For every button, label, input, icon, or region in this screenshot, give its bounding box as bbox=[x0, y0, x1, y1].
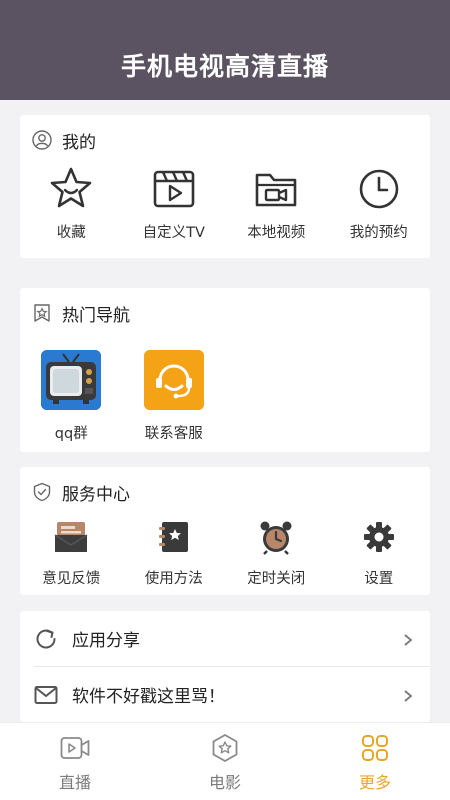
bookmark-star-icon bbox=[32, 303, 52, 323]
headset-icon bbox=[143, 350, 204, 410]
timer-off-button[interactable]: 定时关闭 bbox=[225, 517, 328, 588]
bottom-tab-bar: 直播 电影 更多 bbox=[0, 722, 450, 800]
service-center-header: 服务中心 bbox=[20, 467, 430, 517]
mine-section: 我的 收藏 自定义TV 本地视频 我的预约 bbox=[20, 115, 430, 258]
action-list: 应用分享 软件不好戳这里骂！ bbox=[20, 611, 430, 722]
customer-service-label: 联系客服 bbox=[144, 426, 203, 442]
usage-guide-button[interactable]: 使用方法 bbox=[123, 517, 226, 588]
service-center-title: 服务中心 bbox=[62, 484, 130, 505]
hot-nav-section: 热门导航 qq群 联系客服 bbox=[20, 288, 430, 452]
mine-section-header: 我的 bbox=[20, 115, 430, 165]
share-app-row[interactable]: 应用分享 bbox=[20, 611, 430, 666]
share-app-label: 应用分享 bbox=[72, 631, 140, 651]
tab-movie-label: 电影 bbox=[208, 773, 241, 792]
alarm-clock-icon bbox=[256, 517, 296, 557]
video-camera-icon bbox=[60, 733, 90, 763]
tab-more-label: 更多 bbox=[358, 773, 391, 792]
user-icon bbox=[32, 130, 52, 150]
gear-icon bbox=[359, 517, 399, 557]
favorites-button[interactable]: 收藏 bbox=[20, 165, 123, 242]
settings-button[interactable]: 设置 bbox=[328, 517, 431, 588]
mine-section-title: 我的 bbox=[62, 132, 96, 153]
feedback-label: 意见反馈 bbox=[42, 571, 101, 587]
movie-badge-icon bbox=[210, 733, 240, 763]
local-video-button[interactable]: 本地视频 bbox=[225, 165, 328, 242]
feedback-button[interactable]: 意见反馈 bbox=[20, 517, 123, 588]
mail-icon bbox=[34, 683, 58, 707]
qq-group-button[interactable]: qq群 bbox=[20, 350, 123, 443]
favorites-label: 收藏 bbox=[56, 225, 86, 241]
settings-label: 设置 bbox=[364, 571, 394, 587]
usage-guide-label: 使用方法 bbox=[144, 571, 203, 587]
complaint-label: 软件不好戳这里骂！ bbox=[72, 687, 225, 707]
hot-nav-section-title: 热门导航 bbox=[62, 305, 130, 326]
app-header: 手机电视高清直播 bbox=[0, 0, 450, 100]
tab-movie[interactable]: 电影 bbox=[150, 723, 300, 800]
my-reservation-label: 我的预约 bbox=[349, 225, 408, 241]
tv-icon bbox=[41, 350, 102, 410]
clapperboard-icon bbox=[150, 165, 198, 213]
clock-icon bbox=[355, 165, 403, 213]
guide-book-icon bbox=[154, 517, 194, 557]
customer-service-button[interactable]: 联系客服 bbox=[123, 350, 226, 443]
custom-tv-label: 自定义TV bbox=[142, 225, 205, 241]
chevron-right-icon bbox=[402, 632, 414, 646]
tab-more[interactable]: 更多 bbox=[300, 723, 450, 800]
complaint-row[interactable]: 软件不好戳这里骂！ bbox=[20, 667, 430, 722]
my-reservation-button[interactable]: 我的预约 bbox=[328, 165, 431, 242]
folder-video-icon bbox=[252, 165, 300, 213]
custom-tv-button[interactable]: 自定义TV bbox=[123, 165, 226, 242]
timer-off-label: 定时关闭 bbox=[247, 571, 306, 587]
feedback-icon bbox=[51, 517, 91, 557]
tab-live-label: 直播 bbox=[58, 773, 91, 792]
page-title: 手机电视高清直播 bbox=[120, 52, 329, 81]
service-center-section: 服务中心 意见反馈 使用方法 定时关闭 设置 bbox=[20, 467, 430, 595]
chevron-right-icon bbox=[402, 688, 414, 702]
shield-check-icon bbox=[32, 482, 52, 502]
hot-nav-section-header: 热门导航 bbox=[20, 288, 430, 338]
grid-more-icon bbox=[360, 733, 390, 763]
qq-group-label: qq群 bbox=[54, 426, 88, 442]
share-refresh-icon bbox=[34, 627, 58, 651]
local-video-label: 本地视频 bbox=[247, 225, 306, 241]
star-icon bbox=[47, 165, 95, 213]
tab-live[interactable]: 直播 bbox=[0, 723, 150, 800]
